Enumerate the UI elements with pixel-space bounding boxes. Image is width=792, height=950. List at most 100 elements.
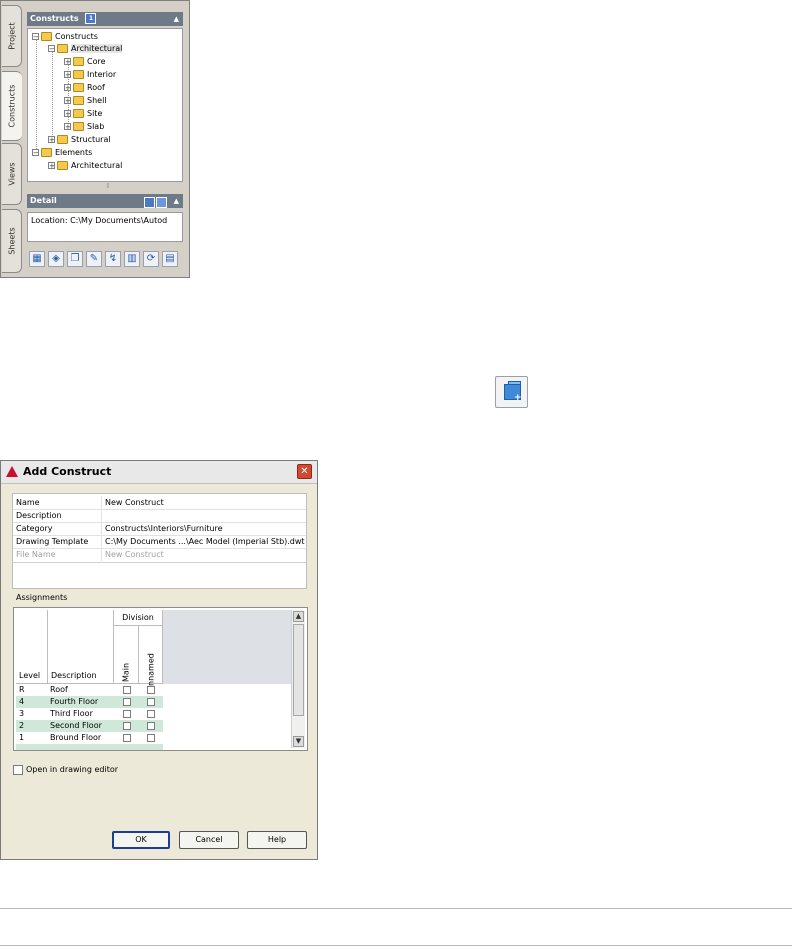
folder-icon	[57, 135, 68, 144]
tree-node[interactable]: + Structural	[48, 134, 111, 146]
collapse-icon[interactable]: −	[32, 33, 39, 41]
tab-sheets[interactable]: Sheets	[2, 209, 22, 273]
main-checkbox[interactable]	[123, 698, 131, 706]
add-element-icon[interactable]: ◈	[48, 251, 64, 267]
help-button[interactable]: Help	[247, 831, 307, 849]
folder-icon	[73, 122, 84, 131]
layout-icon[interactable]: ▥	[124, 251, 140, 267]
tree-node[interactable]: + Roof	[64, 82, 105, 94]
unnamed-checkbox[interactable]	[147, 698, 155, 706]
tab-views[interactable]: Views	[2, 143, 22, 205]
collapse-icon[interactable]: −	[32, 149, 39, 157]
tree-node[interactable]: + Slab	[64, 121, 104, 133]
ok-button[interactable]: OK	[112, 831, 170, 849]
folder-icon	[41, 148, 52, 157]
unnamed-checkbox[interactable]	[147, 710, 155, 718]
constructs-section-header[interactable]: Constructs 1 ▲	[27, 12, 183, 26]
assignments-label: Assignments	[16, 593, 68, 602]
repath-icon[interactable]: ↯	[105, 251, 121, 267]
expand-icon[interactable]: +	[64, 123, 71, 131]
folder-icon	[57, 161, 68, 170]
close-project-icon[interactable]: ▤	[162, 251, 178, 267]
close-icon[interactable]: ✕	[297, 464, 312, 479]
constructs-tree[interactable]: − Constructs − Architectural + Core + Interi…	[27, 28, 183, 182]
folder-icon	[73, 70, 84, 79]
detail-section-header[interactable]: Detail ▲	[27, 194, 183, 208]
open-in-editor-label[interactable]: Open in drawing editor	[26, 765, 118, 774]
table-row[interactable]: 1 Bround Floor	[16, 732, 163, 744]
main-checkbox[interactable]	[123, 722, 131, 730]
property-category[interactable]: Category Constructs\Interiors\Furniture	[13, 522, 306, 536]
scroll-down-icon[interactable]: ▼	[293, 736, 304, 747]
col-description[interactable]: Description	[48, 610, 114, 684]
main-checkbox[interactable]	[123, 734, 131, 742]
grid-header: Level Description Division Main Unnamed	[16, 610, 291, 692]
expand-icon[interactable]: +	[64, 58, 71, 66]
expand-icon[interactable]: +	[64, 97, 71, 105]
tree-node[interactable]: + Interior	[64, 69, 116, 81]
folder-icon	[73, 57, 84, 66]
preview-view-icon[interactable]	[156, 197, 167, 208]
expand-icon[interactable]: +	[64, 84, 71, 92]
count-badge: 1	[85, 13, 97, 24]
property-name[interactable]: Name New Construct	[13, 496, 306, 510]
collapse-icon[interactable]: −	[48, 45, 55, 53]
table-row[interactable]: 2 Second Floor	[16, 720, 163, 732]
table-row[interactable]: 4 Fourth Floor	[16, 696, 163, 708]
property-file-name: File Name New Construct	[16, 548, 164, 561]
tab-project[interactable]: Project	[2, 5, 22, 67]
tree-node[interactable]: − Architectural	[48, 43, 123, 55]
palette-toolbar: ▦ ◈ ❐ ✎ ↯ ▥ ⟳ ▤	[27, 249, 183, 269]
expand-icon[interactable]: +	[48, 162, 55, 170]
table-row[interactable]: R Roof	[16, 684, 163, 696]
expand-icon[interactable]: +	[64, 110, 71, 118]
tree-node[interactable]: − Elements	[32, 147, 92, 159]
folder-icon	[73, 96, 84, 105]
folder-icon	[73, 109, 84, 118]
copy-construct-icon[interactable]: ❐	[67, 251, 83, 267]
palette-tabs: Project Constructs Views Sheets	[1, 1, 23, 277]
add-construct-button[interactable]: +	[495, 376, 528, 408]
unnamed-checkbox[interactable]	[147, 734, 155, 742]
property-drawing-template[interactable]: Drawing Template C:\My Documents ...\Aec …	[13, 535, 306, 549]
tree-node[interactable]: + Architectural	[48, 160, 122, 172]
col-division: Division	[114, 610, 163, 626]
open-in-editor-checkbox[interactable]	[13, 765, 23, 775]
scroll-thumb[interactable]	[293, 624, 304, 716]
cancel-button[interactable]: Cancel	[179, 831, 239, 849]
add-construct-icon[interactable]: ▦	[29, 251, 45, 267]
tab-constructs[interactable]: Constructs	[2, 71, 22, 141]
col-main[interactable]: Main	[114, 626, 139, 684]
tree-node[interactable]: − Constructs	[32, 31, 98, 43]
table-row[interactable]: 3 Third Floor	[16, 708, 163, 720]
expand-icon[interactable]: +	[48, 136, 55, 144]
main-checkbox[interactable]	[123, 686, 131, 694]
property-description[interactable]: Description	[13, 509, 306, 523]
project-navigator-palette: Project Constructs Views Sheets Construc…	[0, 0, 190, 278]
refresh-icon[interactable]: ⟳	[143, 251, 159, 267]
collapse-arrow-icon[interactable]: ▲	[174, 194, 179, 208]
tree-node[interactable]: + Site	[64, 108, 102, 120]
main-checkbox[interactable]	[123, 710, 131, 718]
splitter-grip-icon[interactable]: ⇕	[105, 182, 111, 190]
scroll-up-icon[interactable]: ▲	[293, 611, 304, 622]
expand-icon[interactable]: +	[64, 71, 71, 79]
collapse-arrow-icon[interactable]: ▲	[174, 12, 179, 26]
edit-icon[interactable]: ✎	[86, 251, 102, 267]
vertical-scrollbar[interactable]: ▲ ▼	[291, 610, 305, 748]
unnamed-checkbox[interactable]	[147, 686, 155, 694]
table-row-partial	[16, 744, 163, 750]
properties-list: Name New Construct Description Category Co…	[12, 493, 307, 589]
unnamed-checkbox[interactable]	[147, 722, 155, 730]
detail-view-icon[interactable]	[144, 197, 155, 208]
detail-text: Location: C:\My Documents\Autod	[27, 212, 183, 242]
col-unnamed[interactable]: Unnamed	[139, 626, 163, 692]
assignments-grid[interactable]: Level Description Division Main Unnamed …	[13, 607, 308, 751]
folder-icon	[73, 83, 84, 92]
dialog-titlebar[interactable]: Add Construct ✕	[1, 461, 317, 484]
tree-node[interactable]: + Core	[64, 56, 106, 68]
divider	[0, 908, 792, 909]
folder-icon	[41, 32, 52, 41]
col-level[interactable]: Level	[16, 610, 48, 684]
tree-node[interactable]: + Shell	[64, 95, 107, 107]
